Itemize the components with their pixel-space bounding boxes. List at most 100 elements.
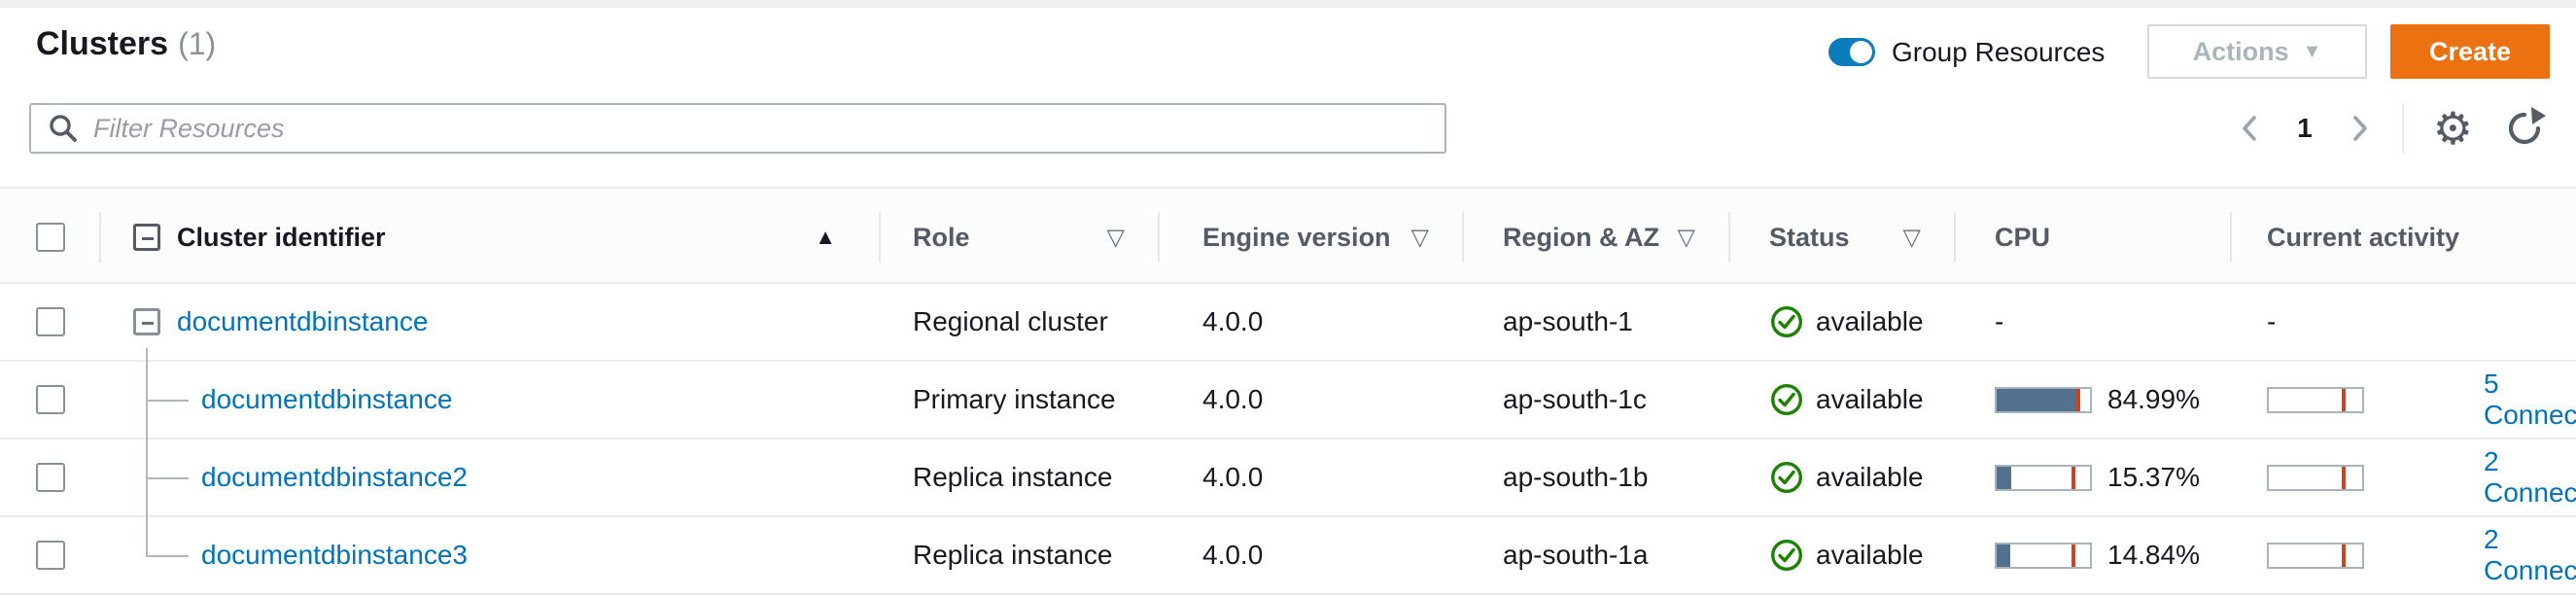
cell-region: ap-south-1c (1462, 362, 1728, 438)
cluster-link[interactable]: documentdbinstance (177, 306, 428, 337)
tree-branch (146, 555, 189, 557)
activity-threshold-marker (2342, 544, 2346, 567)
cpu-empty-value: - (1995, 306, 2003, 337)
tree-branch (146, 400, 189, 402)
table-row-instance: documentdbinstance Primary instance 4.0.… (0, 362, 2576, 439)
status-text: available (1816, 540, 1924, 571)
activity-empty-value: - (2267, 306, 2276, 337)
row-checkbox[interactable] (36, 463, 65, 492)
cell-checkbox (0, 284, 99, 360)
activity-meter (2267, 543, 2364, 569)
filter-role-icon[interactable]: ▽ (1107, 224, 1125, 251)
connections-link[interactable]: 2 Connections (2484, 446, 2576, 509)
resource-count: (1) (178, 26, 216, 61)
current-page-number: 1 (2291, 113, 2318, 144)
table-row-cluster: documentdbinstance Regional cluster 4.0.… (0, 284, 2576, 362)
activity-meter (2267, 465, 2364, 491)
cell-checkbox (0, 362, 99, 438)
cell-cpu: 14.84% (1954, 517, 2230, 593)
cpu-meter (1995, 465, 2092, 491)
actions-button[interactable]: Actions ▼ (2147, 24, 2367, 79)
create-button[interactable]: Create (2390, 24, 2550, 79)
cell-status: available (1728, 439, 1954, 515)
header-cell-role[interactable]: Role ▽ (879, 189, 1158, 286)
header-cell-engine-version[interactable]: Engine version ▽ (1158, 189, 1462, 286)
collapse-row-icon[interactable] (133, 308, 160, 335)
row-checkbox[interactable] (36, 307, 65, 336)
select-all-checkbox[interactable] (36, 223, 65, 252)
instance-link[interactable]: documentdbinstance2 (201, 462, 468, 493)
filter-region-icon[interactable]: ▽ (1678, 224, 1695, 251)
header-cell-cpu: CPU (1954, 189, 2230, 286)
pager-divider (2402, 103, 2404, 154)
group-resources-toggle[interactable] (1828, 38, 1875, 66)
page-title-text: Clusters (36, 25, 168, 62)
cell-cpu: 15.37% (1954, 439, 2230, 515)
refresh-button[interactable] (2502, 106, 2547, 151)
refresh-icon (2502, 106, 2547, 151)
column-label-role: Role (913, 223, 970, 253)
connections-link[interactable]: 5 Connections (2484, 369, 2576, 431)
previous-page-button[interactable] (2237, 113, 2262, 144)
actions-button-label: Actions (2193, 37, 2289, 67)
chevron-down-icon: ▼ (2303, 41, 2322, 63)
status-available-icon (1769, 304, 1804, 339)
cell-region: ap-south-1b (1462, 439, 1728, 515)
cpu-meter (1995, 387, 2092, 413)
tree-line (146, 348, 148, 362)
activity-threshold-marker (2342, 467, 2346, 489)
cell-activity: 2 Connections (2230, 439, 2576, 515)
group-resources-label: Group Resources (1892, 37, 2105, 68)
settings-button[interactable]: ⚙ (2433, 106, 2473, 151)
row-checkbox[interactable] (36, 541, 65, 570)
cpu-value: 14.84% (2107, 540, 2200, 571)
next-page-button[interactable] (2348, 113, 2373, 144)
status-available-icon (1769, 460, 1804, 495)
cell-identifier: documentdbinstance (99, 284, 879, 360)
cell-status: available (1728, 517, 1954, 593)
cpu-value: 15.37% (2107, 462, 2200, 493)
connections-link[interactable]: 2 Connections (2484, 524, 2576, 586)
status-text: available (1816, 306, 1924, 337)
filter-status-icon[interactable]: ▽ (1903, 224, 1921, 251)
cell-engine: 4.0.0 (1158, 362, 1462, 438)
header-cell-current-activity: Current activity (2230, 189, 2576, 286)
column-label-cpu: CPU (1995, 223, 2050, 253)
cell-status: available (1728, 284, 1954, 360)
cpu-threshold-marker (2071, 467, 2075, 489)
cpu-value: 84.99% (2107, 384, 2200, 415)
header-cell-region-az[interactable]: Region & AZ ▽ (1462, 189, 1728, 286)
cell-region: ap-south-1 (1462, 284, 1728, 360)
tree-branch (146, 477, 189, 479)
cell-checkbox (0, 517, 99, 593)
filter-box (29, 103, 1446, 154)
table-row-instance: documentdbinstance2 Replica instance 4.0… (0, 439, 2576, 517)
chevron-left-icon (2237, 113, 2262, 144)
header-cell-status[interactable]: Status ▽ (1728, 189, 1954, 286)
search-icon (47, 112, 80, 145)
activity-meter (2267, 387, 2364, 413)
cell-role: Replica instance (879, 517, 1158, 593)
header-cell-checkbox (0, 189, 99, 286)
cell-engine: 4.0.0 (1158, 517, 1462, 593)
top-divider (0, 0, 2576, 8)
filter-engine-icon[interactable]: ▽ (1411, 224, 1429, 251)
sort-ascending-icon[interactable]: ▲ (815, 225, 836, 250)
create-button-label: Create (2429, 37, 2511, 67)
status-text: available (1816, 462, 1924, 493)
row-checkbox[interactable] (36, 385, 65, 414)
header-cell-cluster-identifier[interactable]: Cluster identifier ▲ (99, 189, 879, 286)
status-available-icon (1769, 382, 1804, 417)
cell-role: Primary instance (879, 362, 1158, 438)
instance-link[interactable]: documentdbinstance3 (201, 540, 468, 571)
cell-cpu: 84.99% (1954, 362, 2230, 438)
cpu-meter (1995, 543, 2092, 569)
table-header: Cluster identifier ▲ Role ▽ Engine versi… (0, 187, 2576, 284)
cell-checkbox (0, 439, 99, 515)
toggle-knob-icon (1850, 41, 1872, 63)
instance-link[interactable]: documentdbinstance (201, 384, 452, 415)
filter-input[interactable] (93, 114, 1429, 144)
collapse-all-icon[interactable] (133, 224, 160, 251)
gear-icon: ⚙ (2433, 106, 2473, 151)
cell-identifier: documentdbinstance2 (99, 439, 879, 515)
